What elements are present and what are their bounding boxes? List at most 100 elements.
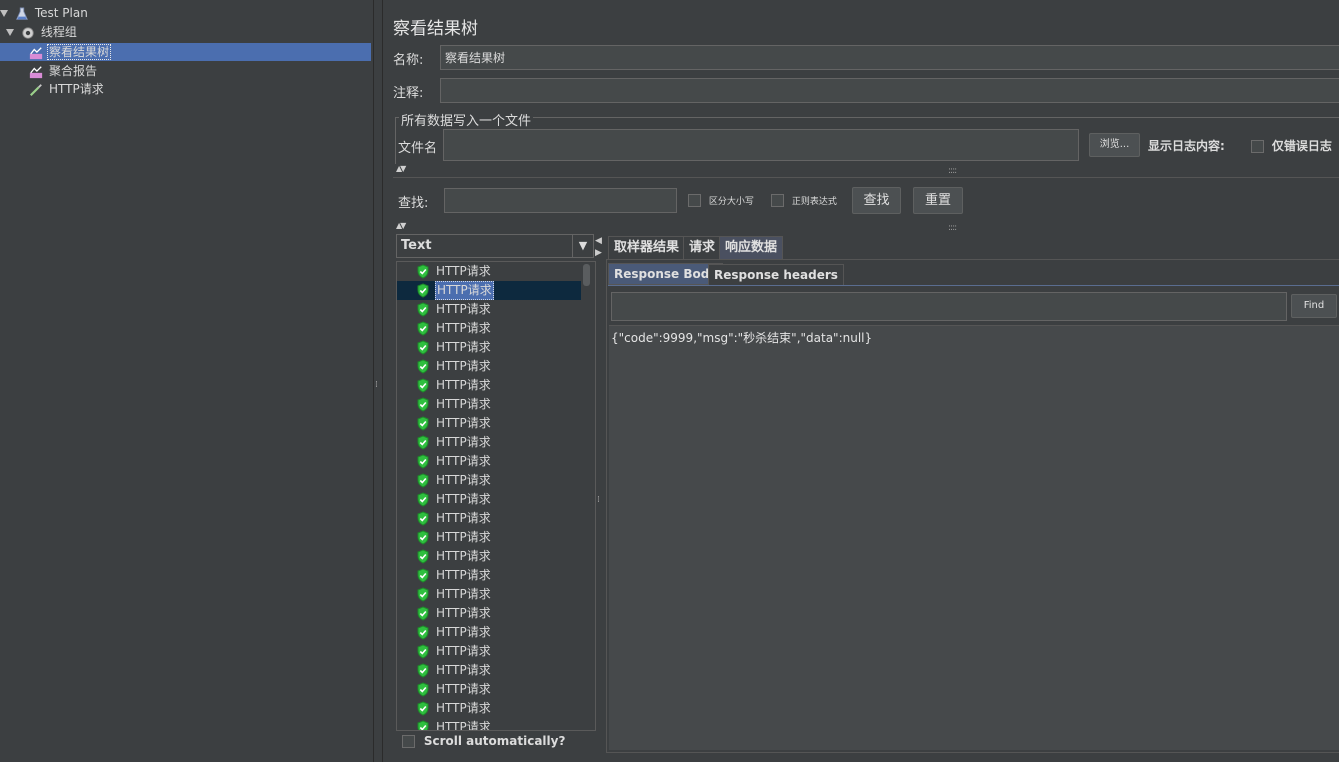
search-input[interactable] bbox=[444, 188, 677, 213]
success-shield-icon bbox=[417, 378, 429, 393]
flask-icon bbox=[15, 6, 28, 20]
search-label: 查找: bbox=[398, 196, 429, 211]
result-item-label: HTTP请求 bbox=[436, 530, 491, 544]
result-item[interactable]: HTTP请求 bbox=[397, 718, 581, 730]
result-item[interactable]: HTTP请求 bbox=[397, 623, 581, 642]
result-item[interactable]: HTTP请求 bbox=[397, 604, 581, 623]
reset-button[interactable]: 重置 bbox=[913, 187, 963, 214]
tree-item-aggregate-report[interactable]: 聚合报告 bbox=[28, 62, 99, 80]
result-item[interactable]: HTTP请求 bbox=[397, 414, 581, 433]
results-scrollbar[interactable] bbox=[582, 262, 592, 728]
success-shield-icon bbox=[417, 720, 429, 730]
collapse-arrows-icon[interactable]: ▲▼ bbox=[396, 164, 406, 173]
result-item-label: HTTP请求 bbox=[436, 663, 491, 677]
result-item[interactable]: HTTP请求 bbox=[397, 509, 581, 528]
result-item-label: HTTP请求 bbox=[436, 435, 491, 449]
result-item[interactable]: HTTP请求 bbox=[397, 452, 581, 471]
tree-item-view-results-tree[interactable]: 察看结果树 bbox=[0, 43, 371, 61]
divider bbox=[393, 177, 1339, 178]
result-item[interactable]: HTTP请求 bbox=[397, 547, 581, 566]
result-item[interactable]: HTTP请求 bbox=[397, 566, 581, 585]
result-item[interactable]: HTTP请求 bbox=[397, 338, 581, 357]
search-button[interactable]: 查找 bbox=[852, 187, 901, 214]
results-list[interactable]: HTTP请求 HTTP请求 HTTP请求 HTTP请求 HTTP请求 HTTP请求 HTTP… bbox=[396, 261, 596, 731]
renderer-select[interactable]: Text ▼ bbox=[396, 234, 594, 258]
result-item-label: HTTP请求 bbox=[436, 454, 491, 468]
scrollbar-thumb[interactable] bbox=[583, 264, 590, 286]
success-shield-icon bbox=[417, 283, 429, 298]
response-find-button[interactable]: Find bbox=[1291, 294, 1337, 318]
result-item[interactable]: HTTP请求 bbox=[397, 490, 581, 509]
result-item-label: HTTP请求 bbox=[436, 701, 491, 715]
result-item-label: HTTP请求 bbox=[436, 378, 491, 392]
result-item-label: HTTP请求 bbox=[436, 302, 491, 316]
result-item-label: HTTP请求 bbox=[436, 492, 491, 506]
result-item[interactable]: HTTP请求 bbox=[397, 680, 581, 699]
result-item-label: HTTP请求 bbox=[436, 416, 491, 430]
errors-only-label: 仅错误日志 bbox=[1271, 139, 1332, 153]
success-shield-icon bbox=[417, 587, 429, 602]
result-item[interactable]: HTTP请求 bbox=[397, 357, 581, 376]
comment-field[interactable] bbox=[440, 78, 1339, 103]
success-shield-icon bbox=[417, 340, 429, 355]
response-body-area[interactable]: {"code":9999,"msg":"秒杀结束","data":null} bbox=[609, 325, 1339, 750]
errors-only-checkbox[interactable]: 仅错误日志 bbox=[1251, 137, 1332, 154]
checkbox-box[interactable] bbox=[688, 194, 701, 207]
tab-request[interactable]: 请求 bbox=[683, 236, 722, 259]
splitter-grip-icon[interactable]: ⁞ bbox=[375, 380, 378, 390]
case-sensitive-checkbox[interactable]: 区分大小写 bbox=[688, 193, 754, 207]
result-item-label: HTTP请求 bbox=[436, 606, 491, 620]
tab-sampler-result[interactable]: 取样器结果 bbox=[608, 236, 686, 259]
result-item[interactable]: HTTP请求 bbox=[397, 262, 581, 281]
result-item[interactable]: HTTP请求 bbox=[397, 528, 581, 547]
collapse-left-icon[interactable]: ◀ bbox=[595, 236, 603, 246]
resize-grip-icon[interactable]: :::: bbox=[948, 223, 957, 233]
splitter-grip-icon[interactable]: ⁞ bbox=[597, 495, 600, 505]
result-item[interactable]: HTTP请求 bbox=[397, 699, 581, 718]
result-item[interactable]: HTTP请求 bbox=[397, 319, 581, 338]
subtab-response-headers[interactable]: Response headers bbox=[708, 264, 844, 286]
result-item[interactable]: HTTP请求 bbox=[397, 395, 581, 414]
scroll-automatically-checkbox[interactable]: Scroll automatically? bbox=[402, 734, 565, 748]
response-find-input[interactable] bbox=[611, 292, 1287, 321]
result-item[interactable]: HTTP请求 bbox=[397, 471, 581, 490]
success-shield-icon bbox=[417, 682, 429, 697]
success-shield-icon bbox=[417, 397, 429, 412]
checkbox-box[interactable] bbox=[1251, 140, 1264, 153]
chevron-down-icon[interactable]: ▼ bbox=[572, 235, 593, 257]
subtab-response-body[interactable]: Response Body bbox=[608, 263, 724, 285]
result-item[interactable]: HTTP请求 bbox=[397, 281, 581, 300]
result-item[interactable]: HTTP请求 bbox=[397, 300, 581, 319]
tab-response-data[interactable]: 响应数据 bbox=[719, 236, 784, 259]
browse-button[interactable]: 浏览... bbox=[1089, 133, 1140, 157]
page-title: 察看结果树 bbox=[393, 19, 478, 39]
expand-arrow-icon[interactable] bbox=[6, 29, 14, 36]
checkbox-box[interactable] bbox=[771, 194, 784, 207]
result-item-label: HTTP请求 bbox=[436, 397, 491, 411]
checkbox-box[interactable] bbox=[402, 735, 415, 748]
resize-grip-icon[interactable]: :::: bbox=[948, 166, 957, 176]
regex-checkbox[interactable]: 正则表达式 bbox=[771, 193, 837, 207]
tree-item-http-request[interactable]: HTTP请求 bbox=[28, 80, 106, 98]
result-item[interactable]: HTTP请求 bbox=[397, 433, 581, 452]
collapse-right-icon[interactable]: ▶ bbox=[595, 248, 603, 258]
tree-item-thread-group[interactable]: 线程组 bbox=[6, 23, 79, 41]
tree-item-test-plan[interactable]: Test Plan bbox=[0, 4, 90, 22]
result-item-label: HTTP请求 bbox=[436, 568, 491, 582]
success-shield-icon bbox=[417, 492, 429, 507]
result-item-label: HTTP请求 bbox=[436, 549, 491, 563]
chart-icon bbox=[29, 65, 43, 78]
name-field[interactable]: 察看结果树 bbox=[440, 45, 1339, 70]
comment-label: 注释: bbox=[393, 86, 424, 101]
result-item-label: HTTP请求 bbox=[435, 281, 494, 300]
main-splitter[interactable]: ⁞ bbox=[374, 0, 383, 762]
result-item[interactable]: HTTP请求 bbox=[397, 585, 581, 604]
result-item[interactable]: HTTP请求 bbox=[397, 661, 581, 680]
result-item[interactable]: HTTP请求 bbox=[397, 642, 581, 661]
filename-input[interactable] bbox=[443, 129, 1079, 161]
gear-icon bbox=[22, 26, 34, 39]
success-shield-icon bbox=[417, 473, 429, 488]
result-item[interactable]: HTTP请求 bbox=[397, 376, 581, 395]
collapse-arrows-icon[interactable]: ▲▼ bbox=[396, 221, 406, 230]
expand-arrow-icon[interactable] bbox=[0, 10, 8, 17]
